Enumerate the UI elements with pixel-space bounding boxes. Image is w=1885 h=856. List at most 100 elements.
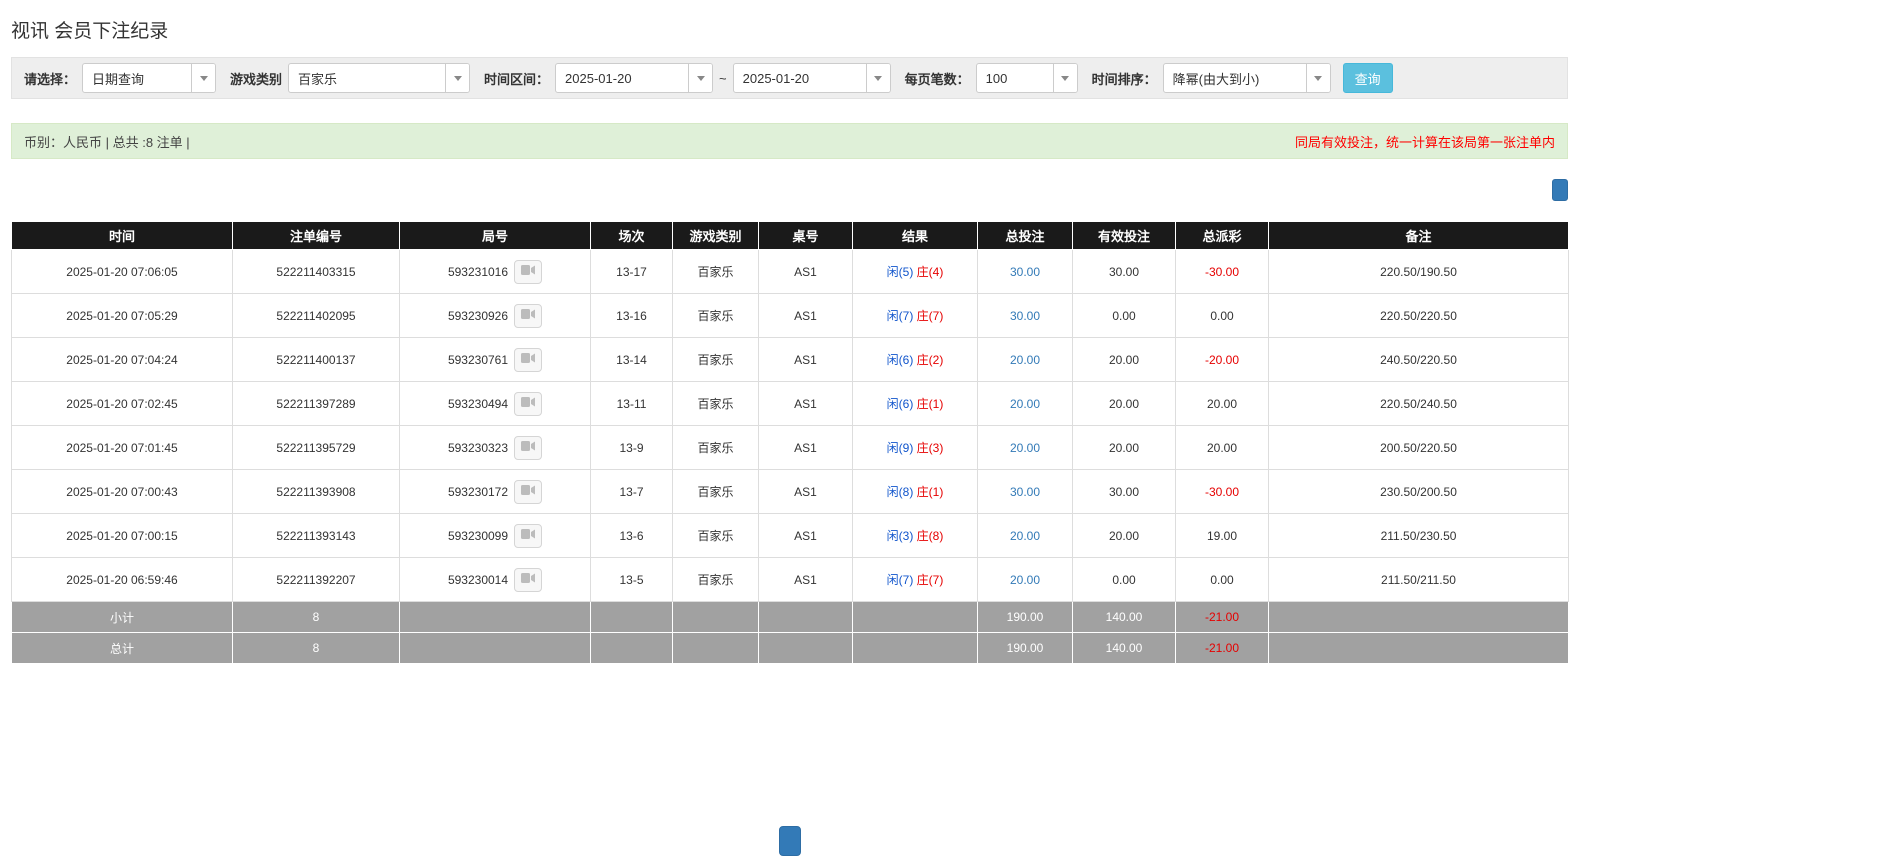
cell-bet-id: 522211397289 <box>232 381 400 426</box>
date-from-value: 2025-01-20 <box>565 70 632 86</box>
page-container: 视讯 会员下注纪录 请选择： 日期查询 游戏类别 百家乐 时间区间： 2025-… <box>11 0 1569 856</box>
cell-payout: -30.00 <box>1175 249 1269 294</box>
table-row: 2025-01-20 07:00:15 522211393143 5932300… <box>11 513 1569 558</box>
total-valid-bet: 140.00 <box>1072 632 1176 664</box>
round-id-text: 593230014 <box>447 572 509 587</box>
cell-time: 2025-01-20 07:01:45 <box>11 425 233 470</box>
result-banker: 庄(8) <box>916 529 944 543</box>
per-page-dropdown[interactable]: 100 <box>975 63 1078 93</box>
cell-session: 13-9 <box>590 425 673 470</box>
table-row: 2025-01-20 07:00:43 522211393908 5932301… <box>11 469 1569 514</box>
pagination <box>11 826 1568 856</box>
table-footer: 小计 8 190.00 140.00 -21.00 总计 8 190.00 14… <box>11 601 1569 664</box>
total-row: 总计 8 190.00 140.00 -21.00 <box>11 632 1569 664</box>
total-bet-link[interactable]: 20.00 <box>1010 529 1040 543</box>
video-replay-button[interactable] <box>514 391 543 416</box>
chevron-down-icon[interactable] <box>1305 64 1330 92</box>
video-replay-button[interactable] <box>514 567 543 592</box>
cell-valid-bet: 20.00 <box>1072 381 1176 426</box>
cell-total-bet: 20.00 <box>977 425 1073 470</box>
chevron-down-icon[interactable] <box>865 64 890 92</box>
total-total-bet: 190.00 <box>977 632 1073 664</box>
cell-session: 13-7 <box>590 469 673 514</box>
total-bet-link[interactable]: 20.00 <box>1010 353 1040 367</box>
cell-round-id: 593230014 <box>399 557 591 602</box>
cell-remark: 240.50/220.50 <box>1268 337 1569 382</box>
cell-result: 闲(7) 庄(7) <box>852 557 978 602</box>
total-label: 总计 <box>11 632 233 664</box>
cell-round-id: 593230494 <box>399 381 591 426</box>
cell-game-type: 百家乐 <box>672 513 759 558</box>
table-row: 2025-01-20 07:05:29 522211402095 5932309… <box>11 293 1569 338</box>
subtotal-count: 8 <box>232 601 400 633</box>
cell-valid-bet: 20.00 <box>1072 425 1176 470</box>
date-from-dropdown[interactable]: 2025-01-20 <box>555 63 714 93</box>
cell-session: 13-14 <box>590 337 673 382</box>
result-banker: 庄(2) <box>916 353 944 367</box>
video-replay-icon <box>521 528 536 543</box>
cell-remark: 220.50/240.50 <box>1268 381 1569 426</box>
video-replay-button[interactable] <box>514 479 543 504</box>
chevron-down-icon[interactable] <box>191 64 216 92</box>
cell-session: 13-6 <box>590 513 673 558</box>
cell-total-bet: 30.00 <box>977 249 1073 294</box>
header-total-bet: 总投注 <box>977 221 1073 250</box>
cell-valid-bet: 20.00 <box>1072 513 1176 558</box>
top-right-action-button[interactable] <box>1552 179 1568 201</box>
chevron-down-icon[interactable] <box>688 64 713 92</box>
cell-table-no: AS1 <box>758 557 853 602</box>
round-id-text: 593230926 <box>447 308 509 323</box>
date-range-separator: ~ <box>719 70 727 86</box>
sort-order-dropdown[interactable]: 降幂(由大到小) <box>1162 63 1331 93</box>
video-replay-icon <box>521 264 536 279</box>
header-bet-id: 注单编号 <box>232 221 400 250</box>
result-banker: 庄(1) <box>916 485 944 499</box>
total-payout: -21.00 <box>1175 632 1269 664</box>
video-replay-button[interactable] <box>514 259 543 284</box>
cell-table-no: AS1 <box>758 513 853 558</box>
total-bet-link[interactable]: 20.00 <box>1010 441 1040 455</box>
video-replay-button[interactable] <box>514 303 543 328</box>
query-button[interactable]: 查询 <box>1342 63 1393 93</box>
cell-table-no: AS1 <box>758 425 853 470</box>
cell-remark: 211.50/230.50 <box>1268 513 1569 558</box>
video-replay-button[interactable] <box>514 435 543 460</box>
date-to-dropdown[interactable]: 2025-01-20 <box>732 63 891 93</box>
video-replay-button[interactable] <box>514 523 543 548</box>
cell-table-no: AS1 <box>758 381 853 426</box>
query-type-value: 日期查询 <box>92 71 145 87</box>
cell-bet-id: 522211403315 <box>232 249 400 294</box>
total-bet-link[interactable]: 30.00 <box>1010 485 1040 499</box>
cell-game-type: 百家乐 <box>672 557 759 602</box>
cell-round-id: 593230761 <box>399 337 591 382</box>
per-page-value: 100 <box>985 70 1008 86</box>
table-row: 2025-01-20 07:01:45 522211395729 5932303… <box>11 425 1569 470</box>
total-bet-link[interactable]: 30.00 <box>1010 309 1040 323</box>
cell-round-id: 593230323 <box>399 425 591 470</box>
chevron-down-icon[interactable] <box>1052 64 1077 92</box>
cell-result: 闲(8) 庄(1) <box>852 469 978 514</box>
round-id-text: 593230494 <box>447 396 509 411</box>
video-replay-icon <box>521 440 536 455</box>
game-type-dropdown[interactable]: 百家乐 <box>288 63 471 93</box>
table-row: 2025-01-20 07:02:45 522211397289 5932304… <box>11 381 1569 426</box>
cell-result: 闲(5) 庄(4) <box>852 249 978 294</box>
video-replay-button[interactable] <box>514 347 543 372</box>
result-player: 闲(3) <box>886 529 914 543</box>
cell-time: 2025-01-20 06:59:46 <box>11 557 233 602</box>
filter-game-type-label: 游戏类别 <box>230 71 283 87</box>
pagination-active-page-button[interactable] <box>778 826 801 856</box>
cell-session: 13-17 <box>590 249 673 294</box>
query-type-dropdown[interactable]: 日期查询 <box>82 63 217 93</box>
total-bet-link[interactable]: 20.00 <box>1010 397 1040 411</box>
cell-result: 闲(6) 庄(2) <box>852 337 978 382</box>
total-bet-link[interactable]: 30.00 <box>1010 265 1040 279</box>
subtotal-valid-bet: 140.00 <box>1072 601 1176 633</box>
total-bet-link[interactable]: 20.00 <box>1010 573 1040 587</box>
header-payout: 总派彩 <box>1175 221 1269 250</box>
cell-round-id: 593230172 <box>399 469 591 514</box>
cell-remark: 200.50/220.50 <box>1268 425 1569 470</box>
summary-right-note: 同局有效投注，统一计算在该局第一张注单内 <box>1294 134 1555 150</box>
summary-left-text: 币别：人民币 | 总共 :8 注单 | <box>24 134 190 150</box>
chevron-down-icon[interactable] <box>445 64 470 92</box>
